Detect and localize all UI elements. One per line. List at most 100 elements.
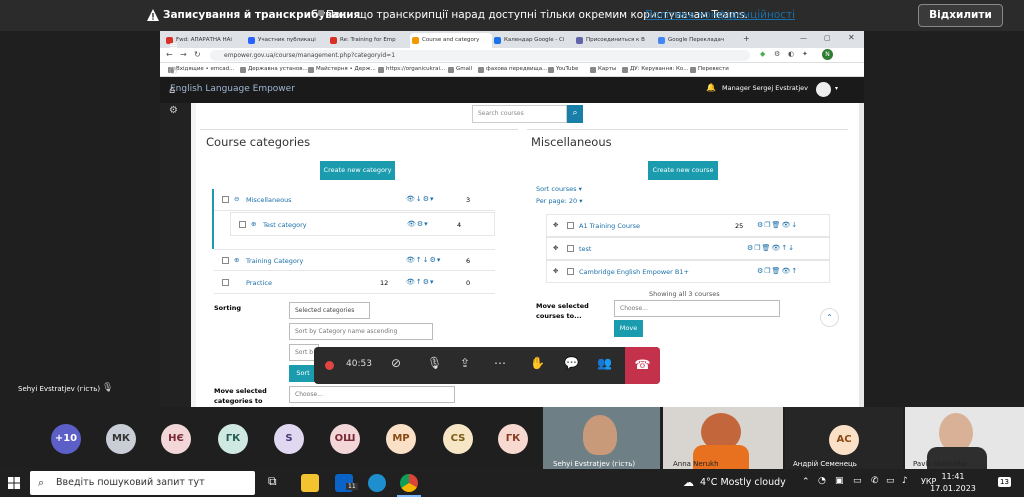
course-row[interactable]: ✥ Cambridge English Empower B1+ ⚙❐🗑👁↑ (546, 260, 830, 283)
bookmark[interactable]: Карты (590, 66, 616, 73)
move-courses-select[interactable]: Choose... (614, 300, 780, 317)
more-participants-avatar[interactable]: +10 (51, 424, 81, 454)
category-checkbox[interactable] (239, 221, 246, 228)
course-actions-icons[interactable]: ⚙❐🗑👁↓ (757, 221, 798, 229)
create-course-button[interactable]: Create new course (648, 161, 718, 180)
participant-avatar[interactable]: МК (106, 424, 136, 454)
weather-text[interactable]: 4°C Mostly cloudy (700, 477, 786, 488)
browser-tab[interactable]: Re: Training for Emp (328, 33, 410, 48)
bookmark[interactable]: https://organicukrai... (378, 66, 445, 73)
category-name[interactable]: Test category (263, 221, 307, 229)
mic-off-icon[interactable]: 🎙 (427, 356, 442, 370)
tray-icon[interactable]: ◔ (818, 476, 826, 486)
browser-tab-active[interactable]: Course and category (410, 33, 492, 48)
bookmark[interactable]: Вхідящие • emcad... (168, 66, 234, 73)
chevron-down-icon[interactable]: ▾ (835, 85, 838, 92)
windows-start-icon[interactable] (8, 477, 20, 489)
selected-categories-select[interactable]: Selected categories (289, 302, 370, 319)
expand-icon[interactable]: ⊕ (234, 256, 239, 264)
participant-avatar[interactable]: CS (443, 424, 473, 454)
course-row[interactable]: ✥ A1 Training Course 25 ⚙❐🗑👁↓ (546, 214, 830, 237)
participants-icon[interactable]: 👥 (597, 356, 612, 370)
participant-avatar[interactable]: ГК (498, 424, 528, 454)
close-icon[interactable]: ✕ (848, 33, 855, 42)
search-button[interactable]: ⌕ (567, 105, 583, 123)
move-handle-icon[interactable]: ✥ (553, 244, 558, 252)
chat-icon[interactable]: 💬 (564, 356, 579, 370)
participant-video[interactable]: Anna Nerukh (663, 407, 783, 469)
category-actions-icons[interactable]: 👁↓⚙▾ (406, 195, 435, 203)
edge-icon[interactable] (368, 474, 386, 492)
gear-icon[interactable]: ⚙ (169, 105, 178, 116)
new-tab-icon[interactable]: + (743, 34, 750, 43)
bookmark[interactable]: Перевести (690, 66, 729, 73)
participant-video[interactable]: Pavlo Molochko (905, 407, 1024, 469)
taskbar-search-input[interactable]: ⌕ Введіть пошуковий запит тут (30, 471, 255, 495)
category-actions-icons[interactable]: 👁⚙▾ (407, 220, 429, 228)
participant-avatar[interactable]: НЄ (161, 424, 191, 454)
course-name[interactable]: Cambridge English Empower B1+ (579, 268, 689, 276)
participant-avatar[interactable]: ОШ (330, 424, 360, 454)
back-to-top-button[interactable]: ⌃ (820, 308, 839, 327)
bookmark[interactable]: фахова передвища... (478, 66, 547, 73)
sort-courses-dropdown[interactable]: Sort courses ▾ (536, 185, 582, 193)
forward-icon[interactable]: → (180, 50, 187, 59)
tray-icon[interactable]: ✆ (871, 476, 879, 486)
tray-icon[interactable]: ▭ (853, 476, 862, 486)
participant-video[interactable]: Sehyi Evstratjev (гість) (543, 407, 660, 469)
browser-tab[interactable]: Присоединиться к В (574, 33, 656, 48)
category-row[interactable]: ⊕ Test category 👁⚙▾ 4 (230, 212, 495, 236)
category-name[interactable]: Practice (246, 279, 272, 287)
bookmark[interactable]: ДУ: Керування: Ко... (622, 66, 689, 73)
expand-icon[interactable]: ⊕ (251, 220, 256, 228)
category-row[interactable]: ⊕ Training Category 👁↑↓⚙▾ 6 (214, 249, 495, 271)
avatar[interactable] (816, 82, 831, 97)
category-name[interactable]: Miscellaneous (246, 196, 292, 204)
category-name[interactable]: Training Category (246, 257, 303, 265)
browser-tab[interactable]: Google Перекладач (656, 33, 738, 48)
participant-avatar[interactable]: S (274, 424, 304, 454)
per-page-dropdown[interactable]: Per page: 20 ▾ (536, 197, 583, 205)
participant-avatar[interactable]: ГК (218, 424, 248, 454)
course-checkbox[interactable] (567, 268, 574, 275)
url-field[interactable]: empower.gov.ua/course/management.php?cat… (210, 50, 750, 61)
create-category-button[interactable]: Create new category (320, 161, 395, 180)
bookmark[interactable]: Майстерня • Держ... (308, 66, 376, 73)
category-checkbox[interactable] (222, 196, 229, 203)
category-checkbox[interactable] (222, 257, 229, 264)
course-row[interactable]: ✥ test ⚙❐🗑👁↑↓ (546, 237, 830, 260)
notifications-badge[interactable]: 13 (998, 477, 1011, 487)
search-input[interactable]: Search courses (472, 105, 567, 123)
bell-icon[interactable]: 🔔 (706, 83, 716, 92)
home-icon[interactable]: ⌂ (169, 85, 175, 96)
reload-icon[interactable]: ↻ (194, 50, 201, 59)
raise-hand-icon[interactable]: ✋ (530, 356, 545, 370)
sort-button[interactable]: Sort (289, 365, 317, 382)
participant-avatar[interactable]: МР (386, 424, 416, 454)
clock[interactable]: 11:41 17.01.2023 (928, 471, 978, 495)
category-row[interactable]: Practice 12 👁↑⚙▾ 0 (214, 272, 495, 294)
category-actions-icons[interactable]: 👁↑⚙▾ (406, 278, 435, 286)
bookmark[interactable]: Gmail (448, 66, 472, 73)
minimize-icon[interactable]: — (800, 34, 807, 42)
tray-icon[interactable]: ▣ (835, 476, 844, 486)
move-categories-select[interactable]: Choose... (289, 386, 455, 403)
browser-tab[interactable]: Календар Google - Ci (492, 33, 574, 48)
more-options-icon[interactable]: ⋯ (494, 356, 506, 370)
hang-up-button[interactable]: ☎ (625, 347, 660, 384)
extension-icon[interactable]: ◐ (788, 50, 794, 58)
browser-tab[interactable]: Участник публикаці (246, 33, 328, 48)
privacy-policy-link[interactable]: Політика конфіденційності (645, 9, 795, 21)
dismiss-button[interactable]: Відхилити (918, 4, 1003, 27)
maximize-icon[interactable]: ▢ (824, 34, 831, 42)
course-actions-icons[interactable]: ⚙❐🗑👁↑↓ (747, 244, 795, 252)
share-screen-icon[interactable]: ⇪ (460, 356, 470, 370)
bookmark[interactable]: YouTube (548, 66, 578, 73)
category-checkbox[interactable] (222, 279, 229, 286)
course-name[interactable]: A1 Training Course (579, 222, 640, 230)
profile-icon[interactable]: N (822, 49, 833, 60)
user-name[interactable]: Manager Sergej Evstratjev (722, 84, 808, 92)
dashboard-icon[interactable]: ◔ (169, 65, 178, 76)
move-handle-icon[interactable]: ✥ (553, 267, 558, 275)
chrome-icon[interactable] (400, 474, 418, 492)
